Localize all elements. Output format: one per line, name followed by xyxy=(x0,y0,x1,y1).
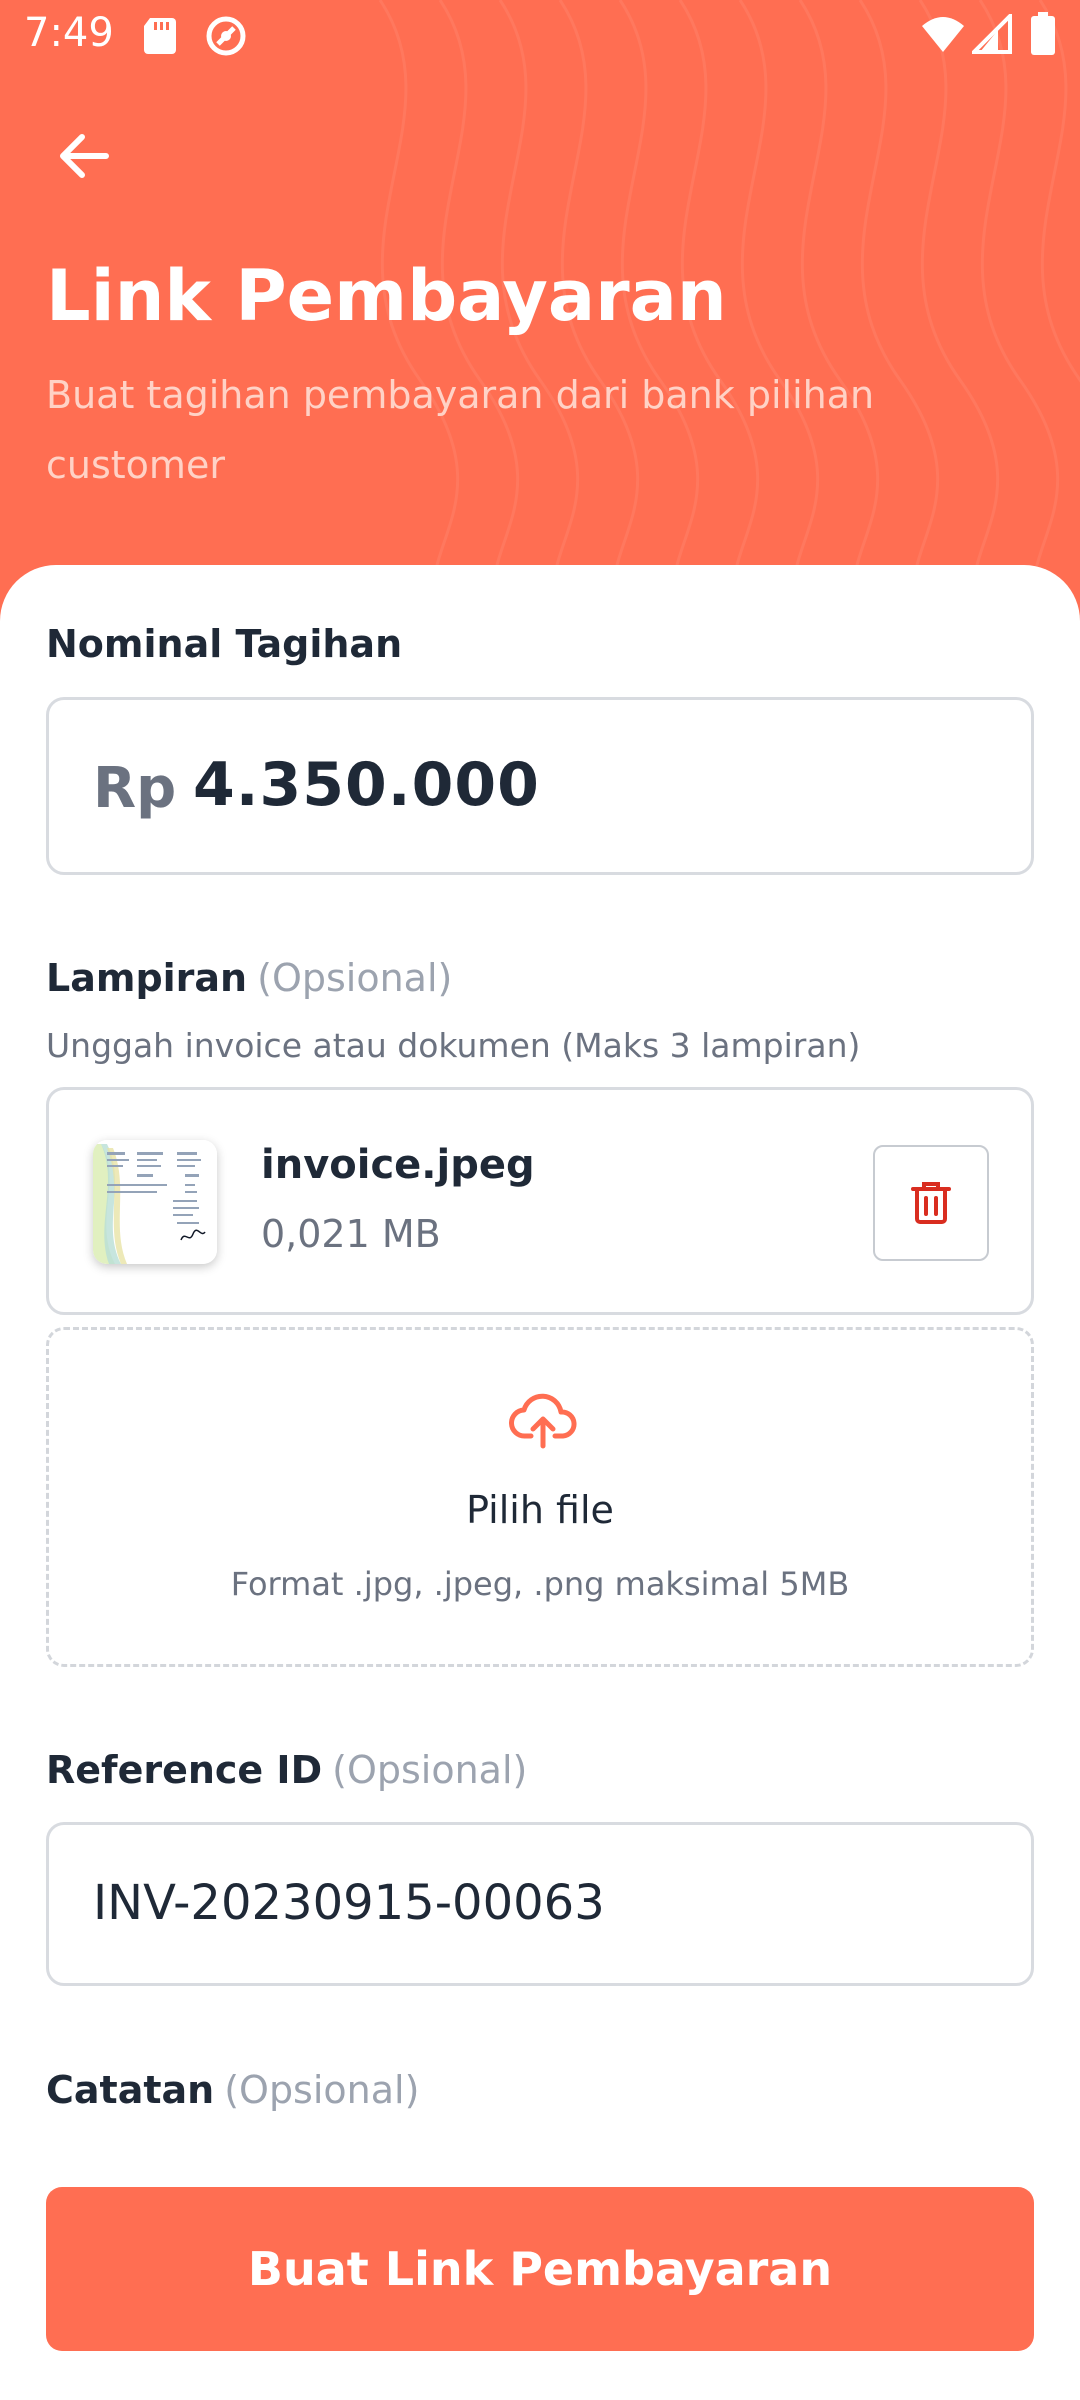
trash-icon xyxy=(911,1182,951,1224)
page-subtitle: Buat tagihan pembayaran dari bank piliha… xyxy=(46,373,875,487)
reference-label-text: Reference ID xyxy=(46,1748,323,1792)
battery-icon xyxy=(1031,12,1055,55)
amount-value: 4.350.000 xyxy=(193,750,540,820)
invoice-thumbnail-image xyxy=(93,1140,217,1264)
optional-tag: (Opsional) xyxy=(224,2068,420,2112)
optional-tag: (Opsional) xyxy=(332,1748,528,1792)
attachment-label-text: Lampiran xyxy=(46,956,248,1000)
attachment-item: invoice.jpeg 0,021 MB xyxy=(46,1087,1034,1315)
notes-label-text: Catatan xyxy=(46,2068,215,2112)
amount-label: Nominal Tagihan xyxy=(46,622,402,666)
reference-label: Reference ID (Opsional) xyxy=(46,1748,527,1792)
submit-button-label: Buat Link Pembayaran xyxy=(247,2242,833,2296)
delete-file-button[interactable] xyxy=(873,1145,989,1261)
attachment-helper: Unggah invoice atau dokumen (Maks 3 lamp… xyxy=(46,1026,861,1065)
attachment-label: Lampiran (Opsional) xyxy=(46,956,452,1000)
optional-tag: (Opsional) xyxy=(257,956,453,1000)
currency-prefix: Rp xyxy=(93,756,177,821)
wifi-icon xyxy=(922,17,964,52)
arrow-left-icon xyxy=(60,134,109,178)
notes-label: Catatan (Opsional) xyxy=(46,2068,419,2112)
reference-id-value: INV-20230915-00063 xyxy=(93,1875,605,1931)
file-size: 0,021 MB xyxy=(261,1212,441,1256)
page-title: Link Pembayaran xyxy=(46,255,727,337)
sd-card-icon xyxy=(144,18,176,54)
reference-id-input[interactable]: INV-20230915-00063 xyxy=(46,1822,1034,1986)
upload-dropzone[interactable]: Pilih file Format .jpg, .jpeg, .png maks… xyxy=(46,1327,1034,1667)
amount-input[interactable]: Rp 4.350.000 xyxy=(46,697,1034,875)
signal-icon xyxy=(972,14,1012,54)
status-time: 7:49 xyxy=(24,10,114,56)
upload-title: Pilih file xyxy=(466,1488,614,1532)
back-button[interactable] xyxy=(48,120,120,192)
status-bar: 7:49 xyxy=(0,0,1080,72)
file-thumbnail[interactable] xyxy=(93,1140,217,1264)
cloud-upload-icon xyxy=(509,1393,577,1449)
sync-icon xyxy=(206,16,246,56)
create-payment-link-button[interactable]: Buat Link Pembayaran xyxy=(46,2187,1034,2351)
amount-label-text: Nominal Tagihan xyxy=(46,622,403,666)
upload-hint: Format .jpg, .jpeg, .png maksimal 5MB xyxy=(230,1565,850,1603)
file-name: invoice.jpeg xyxy=(261,1142,535,1188)
